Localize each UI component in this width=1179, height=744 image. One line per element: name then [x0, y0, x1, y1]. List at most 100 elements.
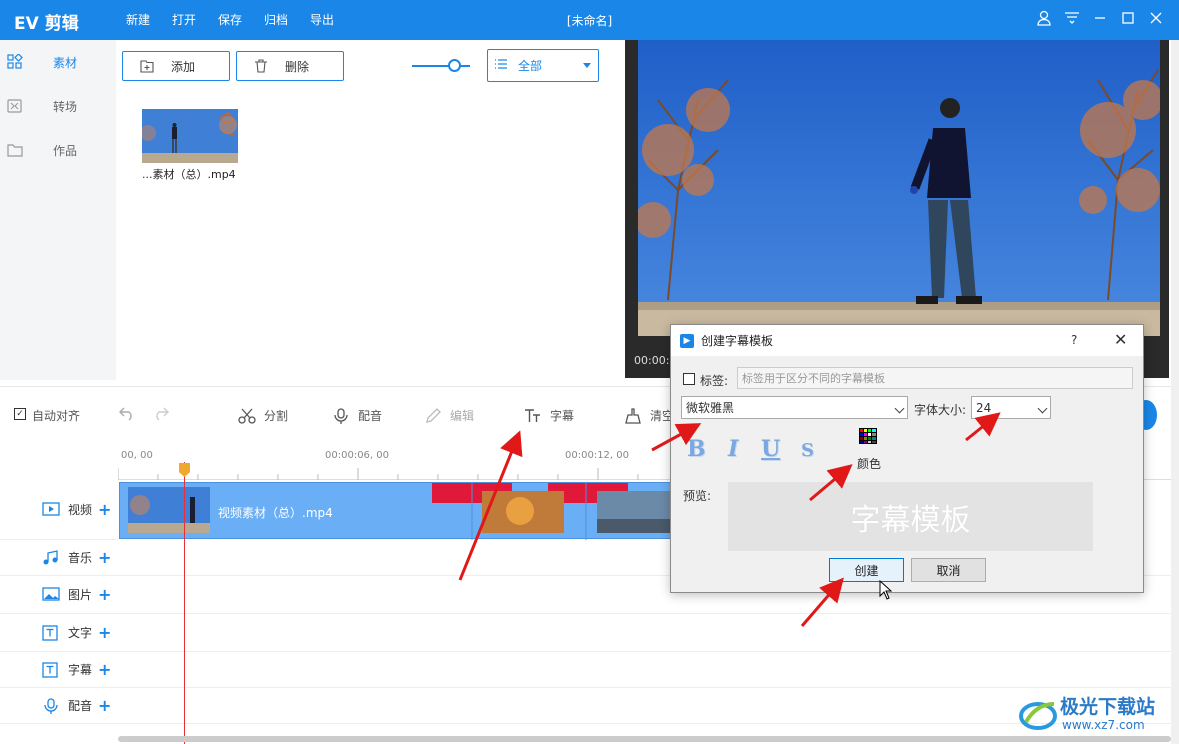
- add-dub-track-button[interactable]: +: [98, 696, 111, 715]
- skin-icon[interactable]: [1063, 8, 1081, 28]
- font-select[interactable]: 微软雅黑: [681, 396, 908, 419]
- redo-icon[interactable]: [152, 405, 170, 421]
- dialog-title: 创建字幕模板: [701, 334, 774, 348]
- sidebar: 素材 转场 作品: [0, 40, 116, 380]
- maximize-icon[interactable]: [1119, 8, 1137, 28]
- sidebar-item-material[interactable]: 素材: [0, 42, 116, 82]
- subtitle-preview: 字幕模板: [728, 482, 1093, 551]
- track-row[interactable]: [118, 688, 1171, 724]
- pencil-icon: [424, 407, 442, 424]
- right-edge: [1171, 40, 1179, 744]
- tag-checkbox[interactable]: [683, 373, 695, 385]
- close-icon[interactable]: [1147, 8, 1165, 28]
- track-row[interactable]: [118, 652, 1171, 688]
- help-button[interactable]: ?: [1071, 333, 1077, 347]
- subtitle-button[interactable]: 字幕: [524, 407, 574, 424]
- add-image-track-button[interactable]: +: [98, 585, 111, 604]
- sidebar-item-label: 转场: [53, 99, 78, 114]
- menu-new[interactable]: 新建: [126, 11, 172, 28]
- tag-input[interactable]: 标签用于区分不同的字幕模板: [737, 367, 1133, 389]
- sidebar-item-label: 作品: [53, 143, 78, 158]
- add-text-track-button[interactable]: +: [98, 623, 111, 642]
- media-thumbnail[interactable]: [142, 109, 238, 163]
- music-icon: [42, 549, 60, 566]
- preview-frame: [635, 40, 1163, 336]
- chevron-down-icon: [894, 403, 905, 414]
- cancel-button[interactable]: 取消: [911, 558, 986, 582]
- minimize-icon[interactable]: [1091, 8, 1109, 28]
- list-icon: [494, 58, 508, 73]
- watermark: 极光下载站 www.xz7.com: [1018, 690, 1178, 738]
- timeline-scrollbar[interactable]: [118, 736, 1171, 742]
- track-row[interactable]: [118, 614, 1171, 652]
- app-logo: EV 剪辑: [14, 14, 79, 34]
- track-image: 图片 +: [0, 576, 118, 614]
- font-size-label: 字体大小:: [914, 403, 967, 417]
- menu-archive[interactable]: 归档: [264, 11, 310, 28]
- watermark-logo-icon: [1019, 702, 1057, 730]
- undo-icon[interactable]: [118, 405, 136, 421]
- broom-icon: [624, 407, 642, 424]
- watermark-text: 极光下载站: [1060, 696, 1156, 718]
- add-button[interactable]: 添加: [122, 51, 230, 81]
- track-dub: 配音 +: [0, 688, 118, 724]
- add-video-track-button[interactable]: +: [98, 500, 111, 519]
- preview-time: 00:00:: [634, 354, 670, 367]
- window-controls: [1035, 8, 1165, 28]
- track-video: 视频 +: [0, 480, 118, 540]
- ruler-tick: 00, 00: [121, 450, 153, 461]
- clear-button[interactable]: 清空: [624, 407, 674, 424]
- scissors-icon: [238, 408, 256, 424]
- video-icon: [42, 501, 60, 518]
- track-music: 音乐 +: [0, 540, 118, 576]
- menu-save[interactable]: 保存: [218, 11, 264, 28]
- italic-button[interactable]: I: [728, 436, 738, 462]
- clip-label: 视频素材（总）.mp4: [218, 506, 333, 520]
- folder-icon: [7, 142, 23, 158]
- chevron-down-icon: [583, 63, 591, 68]
- delete-button[interactable]: 删除: [236, 51, 344, 81]
- mic-icon: [42, 697, 60, 714]
- thumbnail-label: ...素材（总）.mp4: [142, 168, 236, 181]
- strike-button[interactable]: S: [801, 440, 814, 461]
- menu-open[interactable]: 打开: [172, 11, 218, 28]
- auto-align-checkbox[interactable]: ✓: [14, 408, 26, 420]
- dub-button[interactable]: 配音: [332, 407, 382, 424]
- grid-icon: [7, 53, 23, 70]
- app-play-icon: ▶: [680, 333, 694, 348]
- color-label[interactable]: 颜色: [857, 455, 881, 472]
- menu-export[interactable]: 导出: [310, 11, 356, 28]
- mic-icon: [332, 407, 350, 424]
- subtitle-icon: [42, 661, 60, 678]
- create-button[interactable]: 创建: [829, 558, 904, 582]
- sidebar-item-label: 素材: [53, 55, 78, 70]
- color-palette-icon[interactable]: [859, 428, 879, 444]
- dialog-close-button[interactable]: ✕: [1114, 330, 1127, 349]
- image-icon: [42, 586, 60, 603]
- sidebar-item-works[interactable]: 作品: [0, 130, 116, 170]
- slider-knob[interactable]: [448, 59, 461, 72]
- chevron-down-icon: [1037, 403, 1048, 414]
- edit-button[interactable]: 编辑: [424, 407, 474, 424]
- bold-button[interactable]: B: [687, 436, 706, 462]
- user-icon[interactable]: [1035, 8, 1053, 28]
- font-size-select[interactable]: 24: [971, 396, 1051, 419]
- underline-button[interactable]: U: [761, 436, 780, 462]
- track-subtitle: 字幕 +: [0, 652, 118, 688]
- zoom-slider[interactable]: [412, 59, 470, 72]
- auto-align-label: 自动对齐: [32, 409, 81, 423]
- ruler-tick: 00:00:06, 00: [325, 450, 389, 461]
- filter-dropdown[interactable]: 全部: [487, 49, 599, 82]
- trash-icon: [253, 58, 269, 74]
- media-panel: 添加 删除 全部 ...素材（总）.mp4: [116, 40, 618, 380]
- add-music-track-button[interactable]: +: [98, 548, 111, 567]
- split-button[interactable]: 分割: [238, 407, 288, 424]
- text-size-icon: [524, 408, 542, 424]
- sidebar-item-transition[interactable]: 转场: [0, 86, 116, 126]
- create-subtitle-template-dialog: ▶ 创建字幕模板 ? ✕ 标签: 标签用于区分不同的字幕模板 微软雅黑 字体大小…: [670, 324, 1144, 593]
- track-text: 文字 +: [0, 614, 118, 652]
- add-subtitle-track-button[interactable]: +: [98, 660, 111, 679]
- title-bar: EV 剪辑 新建 打开 保存 归档 导出 [未命名]: [0, 0, 1179, 40]
- video-clip[interactable]: 视频素材（总）.mp4: [119, 482, 680, 540]
- ruler-tick: 00:00:12, 00: [565, 450, 629, 461]
